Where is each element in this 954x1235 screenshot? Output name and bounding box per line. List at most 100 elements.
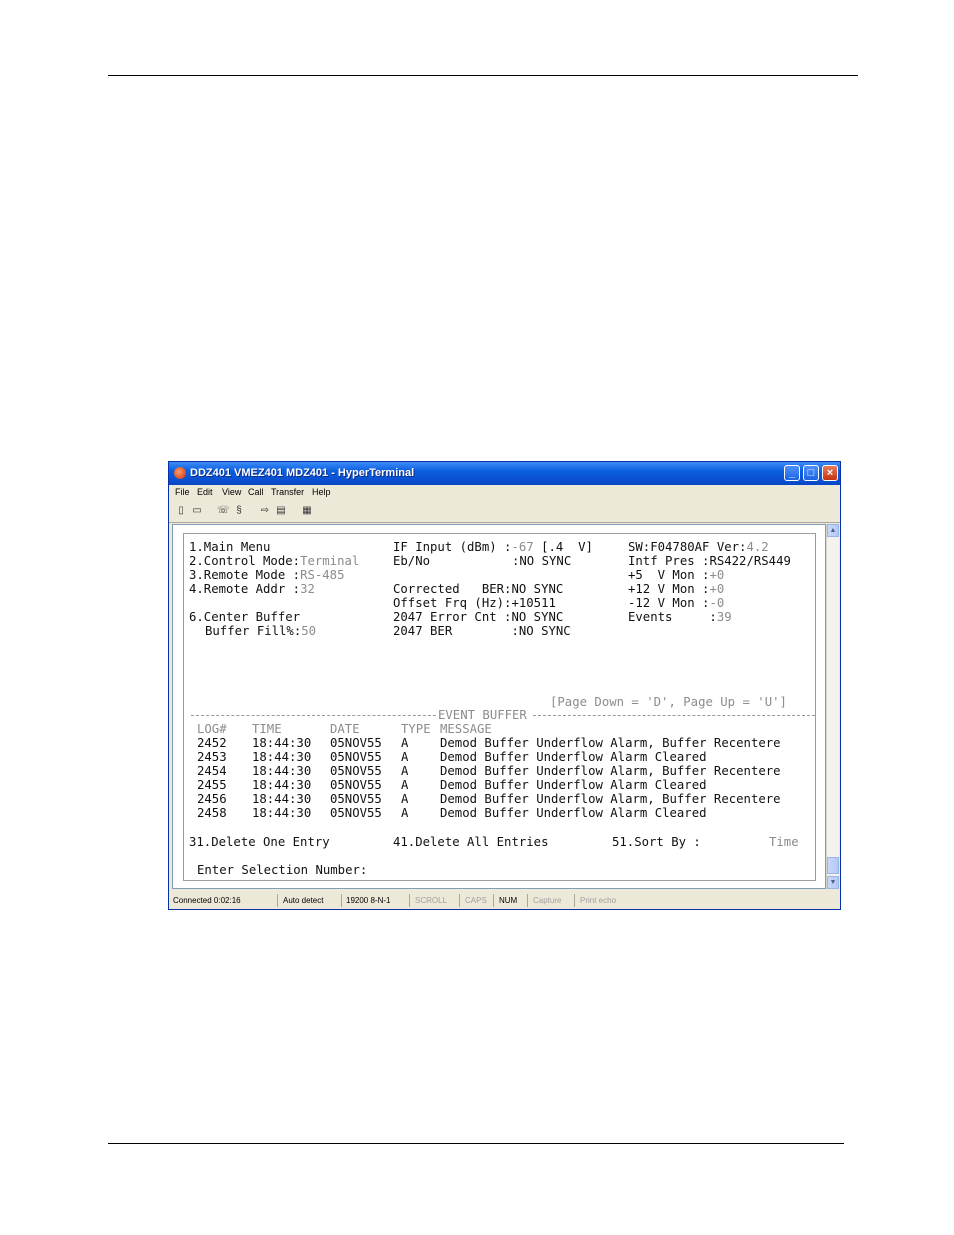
status-detect: Auto detect [283,896,324,905]
menu-help[interactable]: Help [312,487,331,497]
events-line: Events :39 [628,610,732,624]
new-icon[interactable]: ▯ [175,505,187,517]
event-log: 2455 [197,778,227,792]
event-log: 2454 [197,764,227,778]
main-menu-item: 1.Main Menu [189,540,271,554]
if-input-line: IF Input (dBm) :-67 [.4 V] [393,540,593,554]
status-divider [574,894,575,907]
event-message: Demod Buffer Underflow Alarm Cleared [440,806,707,820]
event-message: Demod Buffer Underflow Alarm, Buffer Rec… [440,736,781,750]
close-button[interactable]: × [822,465,838,481]
title-bar[interactable]: DDZ401 VMEZ401 MDZ401 - HyperTerminal _ … [169,462,840,485]
status-settings: 19200 8-N-1 [346,896,391,905]
status-scroll: SCROLL [415,896,448,905]
delete-one-entry-option: 31.Delete One Entry [189,835,330,849]
remote-addr-item: 4.Remote Addr :32 [189,582,315,596]
events-label: Events : [628,610,717,624]
menu-transfer[interactable]: Transfer [271,487,304,497]
sw-label: SW:F04780AF Ver: [628,540,747,554]
open-icon[interactable]: ▭ [191,505,203,517]
center-buffer-item: 6.Center Buffer [189,610,301,624]
event-message: Demod Buffer Underflow Alarm, Buffer Rec… [440,792,781,806]
status-connected: Connected 0:02:16 [173,896,241,905]
event-date: 05NOV55 [330,778,382,792]
toolbar: ▯ ▭ ☏ § ⇨ ▤ ▦ [169,500,840,523]
status-caps: CAPS [465,896,487,905]
vertical-scrollbar[interactable]: ▲ ▼ [826,524,839,889]
event-log: 2452 [197,736,227,750]
status-print-echo: Print echo [580,896,617,905]
if-input-label: IF Input (dBm) : [393,540,512,554]
control-mode-value: Terminal [300,554,360,568]
col-log: LOG# [197,722,227,736]
event-time: 18:44:30 [252,792,312,806]
event-date: 05NOV55 [330,764,382,778]
col-time: TIME [252,722,282,736]
event-time: 18:44:30 [252,778,312,792]
scroll-thumb[interactable] [827,857,839,874]
status-divider [493,894,494,907]
remote-addr-label: 4.Remote Addr : [189,582,301,596]
col-message: MESSAGE [440,722,492,736]
ebno-value: :NO SYNC [512,554,572,568]
send-icon[interactable]: ⇨ [259,505,271,517]
event-log: 2458 [197,806,227,820]
menu-call[interactable]: Call [248,487,264,497]
events-value: 39 [716,610,732,624]
if-input-extra: [.4 V] [541,540,593,554]
remote-mode-label: 3.Remote Mode : [189,568,301,582]
event-buffer-separator-left [191,715,436,716]
offset-frq-line: Offset Frq (Hz):+10511 [393,596,556,610]
v12-value: +0 [709,582,725,596]
scroll-down-button[interactable]: ▼ [827,876,839,889]
connect-icon[interactable]: § [233,505,245,517]
event-time: 18:44:30 [252,764,312,778]
status-divider [341,894,342,907]
status-divider [527,894,528,907]
event-type: A [401,750,409,764]
event-date: 05NOV55 [330,792,382,806]
menu-file[interactable]: File [175,487,190,497]
status-num: NUM [499,896,518,905]
page-nav-hint: [Page Down = 'D', Page Up = 'U'] [550,695,787,709]
event-type: A [401,778,409,792]
page-footer-rule [108,1143,844,1144]
terminal-screen[interactable]: 1.Main Menu 2.Control Mode:Terminal 3.Re… [172,524,826,889]
event-date: 05NOV55 [330,750,382,764]
remote-mode-item: 3.Remote Mode :RS-485 [189,568,344,582]
hyperterminal-window: DDZ401 VMEZ401 MDZ401 - HyperTerminal _ … [168,461,841,910]
event-log: 2453 [197,750,227,764]
menu-view[interactable]: View [222,487,241,497]
event-log: 2456 [197,792,227,806]
selection-prompt: Enter Selection Number: [197,863,368,877]
error-cnt-line: 2047 Error Cnt :NO SYNC [393,610,564,624]
sort-by-value: Time [769,835,799,849]
properties-icon[interactable]: ▦ [301,505,313,517]
disconnect-icon[interactable]: ☏ [217,505,230,517]
event-message: Demod Buffer Underflow Alarm, Buffer Rec… [440,764,781,778]
status-divider [409,894,410,907]
event-date: 05NOV55 [330,806,382,820]
control-mode-item: 2.Control Mode:Terminal [189,554,359,568]
event-message: Demod Buffer Underflow Alarm Cleared [440,778,707,792]
col-type: TYPE [401,722,431,736]
status-divider [459,894,460,907]
sw-version-line: SW:F04780AF Ver:4.2 [628,540,769,554]
v5-value: +0 [709,568,725,582]
receive-icon[interactable]: ▤ [275,505,287,517]
menu-edit[interactable]: Edit [197,487,213,497]
sw-version-value: 4.2 [746,540,769,554]
v5-mon-line: +5 V Mon :+0 [628,568,724,582]
remote-mode-value: RS-485 [300,568,345,582]
event-time: 18:44:30 [252,736,312,750]
control-mode-label: 2.Control Mode: [189,554,301,568]
minimize-button[interactable]: _ [784,465,800,481]
page-header-rule [108,75,858,76]
scroll-up-button[interactable]: ▲ [827,524,839,537]
maximize-button[interactable]: □ [803,465,819,481]
ebno-label: Eb/No [393,554,431,568]
buffer-fill-label: Buffer Fill%: [205,624,302,638]
menu-bar: File Edit View Call Transfer Help [169,485,840,500]
col-date: DATE [330,722,360,736]
if-input-value: -67 [511,540,534,554]
